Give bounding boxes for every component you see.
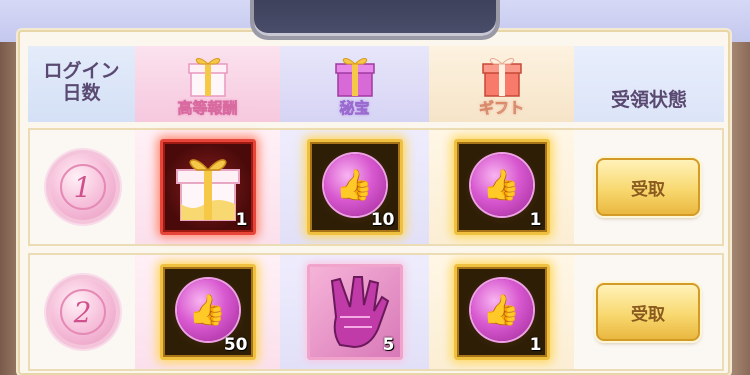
premium-reward-label: 高等報酬 [177,99,238,118]
reward-item-slot[interactable]: 1 [159,139,256,235]
reward-item-slot[interactable]: 👍 1 [453,139,550,235]
item-quantity: 10 [370,210,395,230]
gift-cell: 👍 1 [429,255,574,369]
gift-label: ギフト [478,99,525,118]
treasure-box-icon [334,58,375,97]
login-days-label-line2: 日数 [62,82,101,104]
reward-item-slot[interactable]: 👍 10 [306,139,403,235]
login-days-label-line1: ログイン [43,60,120,82]
pink-coin-icon: 👍 [323,154,386,216]
reward-item-slot[interactable]: 👍 50 [159,264,256,360]
gift-box-icon [187,58,228,97]
premium-reward-cell: 👍 50 [135,255,280,369]
top-tab [250,0,500,40]
day-seal-icon: 1 [49,154,116,220]
premium-reward-cell: 1 [135,130,280,244]
header-gift: ギフト [429,46,574,122]
header-claim-status: 受領状態 [574,46,724,122]
header-login-days: ログイン 日数 [28,46,135,122]
header-treasure: 秘宝 [280,46,429,122]
item-quantity: 1 [529,210,542,230]
item-quantity: 1 [529,335,542,355]
item-quantity: 1 [235,210,248,230]
day-cell: 2 [30,255,135,369]
item-quantity: 50 [223,335,248,355]
day-cell: 1 [30,130,135,244]
claim-button[interactable]: 受取 [596,283,700,341]
item-quantity: 5 [382,335,395,355]
gift-cell: 👍 1 [429,130,574,244]
treasure-cell: 5 [280,255,429,369]
treasure-label: 秘宝 [339,99,370,118]
claim-button[interactable]: 受取 [596,158,700,216]
day-number: 2 [59,289,106,335]
pink-coin-icon: 👍 [470,279,533,341]
pink-coin-icon: 👍 [176,279,239,341]
status-cell: 受取 [574,255,722,369]
gift-icon [481,58,522,97]
day-number: 1 [59,164,106,210]
header-premium-reward: 高等報酬 [135,46,280,122]
table-header: ログイン 日数 高等報酬 秘宝 ギフト 受領状態 [28,46,724,122]
day-seal-icon: 2 [49,279,116,345]
reward-row-day-2: 2 👍 50 5 👍 1 受取 [28,253,724,371]
reward-item-slot[interactable]: 5 [306,264,403,360]
reward-row-day-1: 1 1 👍 10 👍 1 受取 [28,128,724,246]
status-cell: 受取 [574,130,722,244]
pink-coin-icon: 👍 [470,154,533,216]
reward-item-slot[interactable]: 👍 1 [453,264,550,360]
claim-status-label: 受領状態 [610,89,687,111]
treasure-cell: 👍 10 [280,130,429,244]
